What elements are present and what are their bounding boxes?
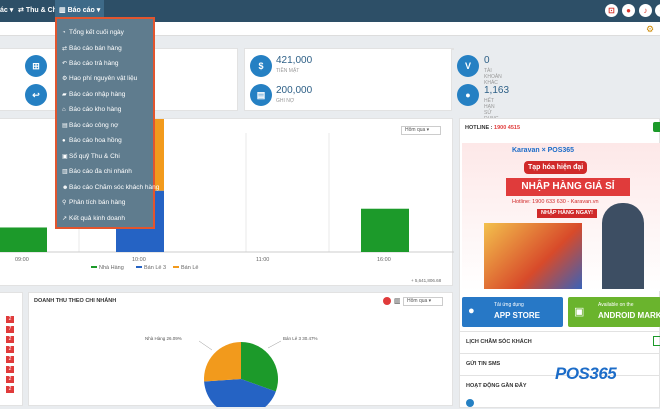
bao-cao-dropdown: ◔ Tổng kết cuối ngày ⇄ Báo cáo bán hàng ↶ B… — [55, 17, 159, 229]
x-tick-label: 10:00 — [132, 257, 146, 263]
menu-item-hoa-hong[interactable]: ● Báo cáo hoa hồng — [62, 137, 122, 144]
promo-banner[interactable]: Karavan × POS365 Tạp hóa hiện đại NHẬP H… — [462, 143, 660, 291]
bell-icon[interactable]: ♪ — [639, 4, 652, 17]
pie-leader — [267, 340, 282, 349]
badge: 2 — [6, 356, 14, 363]
undo-icon: ↶ — [62, 61, 68, 67]
clock-icon: ◔ — [62, 30, 66, 36]
map-pin-icon[interactable]: ● — [622, 4, 635, 17]
badge: 2 — [6, 366, 14, 373]
bomb-icon: ● — [457, 84, 479, 106]
thu-chi-icon: ⇄ — [18, 7, 26, 14]
legend-label: Bán Lẻ 3 — [144, 265, 166, 271]
android-market-button[interactable]: ▣ Available on the ANDROID MARKET — [568, 297, 660, 327]
promo-line2: NHẬP HÀNG GIÁ SỈ — [506, 178, 630, 196]
exchange-icon: ⇄ — [62, 46, 68, 52]
stat-label-other: TÀI KHOẢN KHÁC — [484, 68, 502, 86]
legend-label: Bán Lẻ — [181, 265, 198, 271]
branch-revenue-card: DOANH THU THEO CHI NHÁNH ▥ Hôm qua ▾ Nhà… — [28, 292, 453, 407]
search-icon: ⚲ — [62, 200, 67, 206]
x-tick-label: 11:00 — [256, 257, 269, 263]
stat-value-expired: 1,163 — [484, 85, 510, 96]
badge: 2 — [6, 316, 14, 323]
app-store-button[interactable]: ● Tải ứng dụng APP STORE — [462, 297, 563, 327]
money-icon: $ — [250, 55, 272, 77]
stat-label-debt: GHI NỢ — [276, 98, 295, 104]
circle-icon: ● — [62, 138, 66, 144]
pie-chart: Nhà Hàng 26.09% Bán Lẻ 3 30.47% — [145, 336, 318, 407]
stat-value-debt: 200,000 — [276, 85, 313, 96]
apple-icon: ● — [468, 305, 475, 317]
legend-swatch — [136, 266, 142, 268]
badge: 2 — [6, 376, 14, 383]
menu-item-kho-hang[interactable]: ⌂ Báo cáo kho hàng — [62, 106, 121, 113]
legend-swatch — [91, 266, 97, 268]
android-icon: ▣ — [574, 306, 585, 318]
menu-item-phan-tich[interactable]: ⚲ Phân tích bán hàng — [62, 199, 125, 206]
left-list-card: 2 7 2 2 2 2 2 2 — [0, 292, 23, 406]
product-image — [484, 223, 582, 289]
legend-label: Nhà Hàng — [99, 265, 124, 271]
customer-care-row[interactable]: LỊCH CHĂM SÓC KHÁCH — [460, 331, 660, 351]
promo-line3: Hotline: 1900 633 630 - Karavan.vn — [512, 199, 599, 205]
promo-cta: NHẬP HÀNG NGAY! — [537, 209, 597, 218]
badge: 2 — [6, 336, 14, 343]
menu-item-nhap-hang[interactable]: ▰ Báo cáo nhập hàng — [62, 91, 125, 98]
badge: 7 — [6, 326, 14, 333]
truck-icon: ▰ — [62, 92, 67, 98]
menu-item-so-quy[interactable]: ▣Sổ quỹ Thu & Chi — [62, 153, 120, 160]
badge: 2 — [6, 346, 14, 353]
chart-icon: ↗ — [62, 216, 68, 222]
bar — [361, 208, 409, 252]
book-icon: ▤ — [62, 123, 68, 129]
calendar-icon — [653, 336, 660, 346]
promo-line1: Tạp hóa hiện đại — [524, 161, 588, 174]
return-icon: ↩ — [25, 84, 47, 106]
menu-item-hao-phi[interactable]: ⚙ Hao phí nguyên vật liệu — [62, 75, 137, 82]
x-tick-label: 16:00 — [377, 257, 391, 263]
stat-value-other: 0 — [484, 55, 490, 66]
menu-item-tra-hang[interactable]: ↶ Báo cáo trả hàng — [62, 60, 119, 67]
pie-slice — [204, 342, 241, 382]
cart-icon: ⊞ — [25, 55, 47, 77]
menu-item-da-chi-nhanh[interactable]: ▥Báo cáo đa chi nhánh — [62, 168, 132, 175]
menu-item-tong-ket[interactable]: ◔ Tổng kết cuối ngày — [62, 29, 124, 36]
stat-card-right: $ 421,000 TIỀN MẶT ▤ 200,000 GHI NỢ V 0 … — [244, 48, 509, 122]
pos365-watermark: POS365 — [555, 364, 617, 383]
pie-label: Bán Lẻ 3 30.47% — [283, 336, 318, 341]
x-tick-label: 09:00 — [15, 257, 29, 263]
activity-avatar — [466, 399, 474, 407]
menu-item-ket-qua[interactable]: ↗ Kết quả kinh doanh — [62, 215, 125, 222]
bar — [0, 227, 47, 252]
spacer — [452, 48, 454, 50]
users-icon: ☻ — [62, 185, 69, 191]
cart-icon[interactable]: ⊡ — [605, 4, 618, 17]
menu-item-cong-no[interactable]: ▤Báo cáo công nợ — [62, 122, 118, 129]
card-icon: ▤ — [250, 84, 272, 106]
badge: 2 — [6, 386, 14, 393]
home-icon: ⌂ — [62, 107, 66, 113]
stat-label-cash: TIỀN MẶT — [276, 68, 300, 74]
legend-swatch — [173, 266, 179, 268]
stat-value-cash: 421,000 — [276, 55, 313, 66]
person-image — [602, 203, 644, 289]
promo-brands: Karavan × POS365 — [512, 147, 575, 154]
hotline: HOTLINE : 1900 4515 — [465, 125, 521, 131]
cogs-icon: ⚙ — [62, 76, 68, 82]
pie-label: Nhà Hàng 26.09% — [145, 336, 182, 341]
user-icon[interactable]: ◐ — [655, 4, 660, 17]
nav-item-thu-chi[interactable]: ⇄ Thu & Chi — [18, 0, 59, 22]
visa-icon: V — [457, 55, 479, 77]
building-icon: ▥ — [62, 169, 68, 175]
nav-item-partial[interactable]: ác ▾ — [0, 0, 13, 22]
menu-item-ban-hang[interactable]: ⇄ Báo cáo bán hàng — [62, 45, 122, 52]
phone-icon — [653, 122, 660, 132]
wallet-icon: ▣ — [62, 154, 68, 160]
settings-icon[interactable]: ⚙ — [646, 24, 654, 35]
pie-leader — [198, 340, 213, 351]
menu-item-cham-soc[interactable]: ☻Báo cáo Chăm sóc khách hàng — [62, 184, 159, 191]
total-label: + 5,641,806.68 — [411, 278, 442, 283]
bar-chart-icon: ▥ — [59, 7, 68, 14]
